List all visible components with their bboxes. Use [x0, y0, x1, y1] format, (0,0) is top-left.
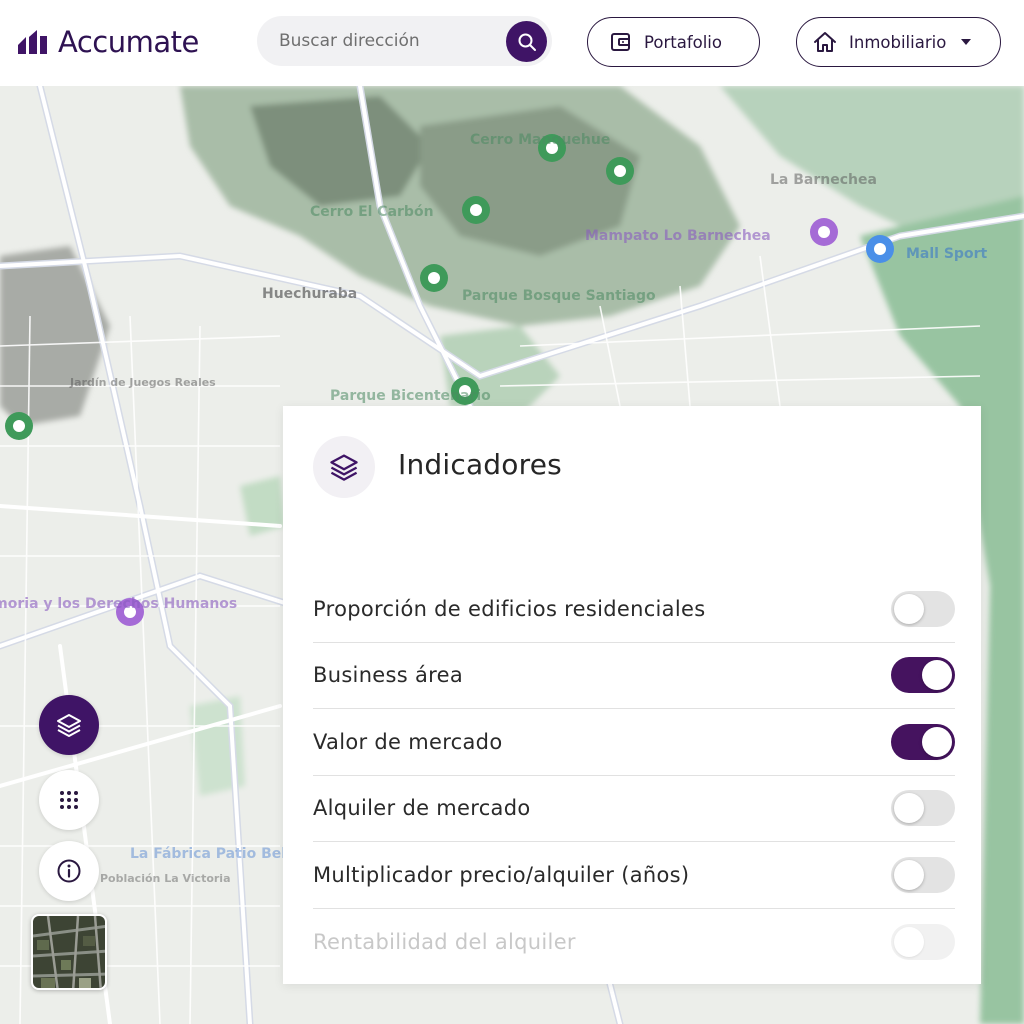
indicator-row-market-value[interactable]: Valor de mercado	[313, 709, 955, 776]
brand-name: Accumate	[58, 25, 199, 59]
grid-icon	[60, 791, 78, 809]
indicator-label: Multiplicador precio/alquiler (años)	[313, 862, 690, 887]
satellite-view-toggle[interactable]	[31, 914, 107, 990]
map-label: Museo de la Memoria y los Derechos Human…	[0, 596, 237, 612]
indicator-row-rental-yield[interactable]: Rentabilidad del alquiler	[313, 909, 955, 976]
panel-layers-badge	[313, 436, 375, 498]
indicator-row-market-rent[interactable]: Alquiler de mercado	[313, 776, 955, 842]
indicator-toggle[interactable]	[891, 923, 955, 960]
top-bar: Accumate Portafolio Inmobiliario	[0, 0, 1024, 86]
accumate-logo-icon	[18, 30, 47, 54]
indicator-row-price-rent-multiplier[interactable]: Multiplicador precio/alquiler (años)	[313, 842, 955, 909]
indicator-toggle[interactable]	[891, 657, 955, 694]
map-label: Parque Bosque Santiago	[462, 288, 656, 304]
toggle-knob	[922, 726, 952, 757]
map-label: Parque Bicentenario	[330, 388, 491, 404]
layers-icon	[330, 454, 358, 481]
wallet-icon	[611, 33, 630, 51]
indicator-toggle[interactable]	[891, 856, 955, 893]
portfolio-label: Portafolio	[644, 32, 722, 52]
search-button[interactable]	[506, 21, 547, 62]
indicator-list: Proporción de edificios residenciales Bu…	[313, 576, 955, 975]
portfolio-button[interactable]: Portafolio	[587, 17, 760, 67]
map-label: Mall Sport	[906, 246, 987, 262]
home-icon	[814, 32, 836, 52]
indicator-label: Rentabilidad del alquiler	[313, 929, 576, 954]
indicator-label: Business área	[313, 663, 464, 688]
toggle-knob	[894, 593, 924, 624]
toggle-knob	[894, 793, 924, 824]
search-icon	[518, 33, 536, 51]
indicator-label: Proporción de edificios residenciales	[313, 596, 706, 621]
layers-button[interactable]	[39, 695, 99, 755]
indicator-row-residential-ratio[interactable]: Proporción de edificios residenciales	[313, 576, 955, 643]
toggle-knob	[894, 926, 924, 957]
panel-title: Indicadores	[398, 448, 562, 481]
toggle-knob	[922, 660, 952, 691]
info-button[interactable]	[39, 841, 99, 901]
indicator-toggle[interactable]	[891, 723, 955, 760]
indicator-label: Valor de mercado	[313, 729, 503, 754]
map-label: Mampato Lo Barnechea	[585, 228, 771, 244]
property-type-label: Inmobiliario	[849, 32, 947, 52]
map-label: Jardín de Juegos Reales	[69, 376, 216, 389]
brand-logo[interactable]: Accumate	[18, 22, 199, 62]
toggle-knob	[894, 859, 924, 890]
layers-icon	[57, 714, 81, 737]
indicator-toggle[interactable]	[891, 590, 955, 627]
search-input[interactable]	[279, 31, 499, 51]
map-label: Cerro Manquehue	[470, 132, 610, 148]
indicator-label: Alquiler de mercado	[313, 796, 531, 821]
address-search	[257, 16, 552, 66]
map-label: Población La Victoria	[100, 872, 231, 885]
property-type-dropdown[interactable]: Inmobiliario	[796, 17, 1001, 67]
caret-down-icon	[961, 39, 972, 45]
indicator-row-business-area[interactable]: Business área	[313, 643, 955, 709]
indicator-toggle[interactable]	[891, 790, 955, 827]
map-label: Cerro El Carbón	[310, 204, 434, 220]
apps-grid-button[interactable]	[39, 770, 99, 830]
satellite-thumbnail	[33, 916, 105, 988]
map-label: La Barnechea	[770, 172, 877, 188]
indicators-panel: Indicadores Proporción de edificios resi…	[283, 406, 981, 984]
map-label: Huechuraba	[262, 286, 357, 302]
info-icon	[57, 859, 81, 883]
